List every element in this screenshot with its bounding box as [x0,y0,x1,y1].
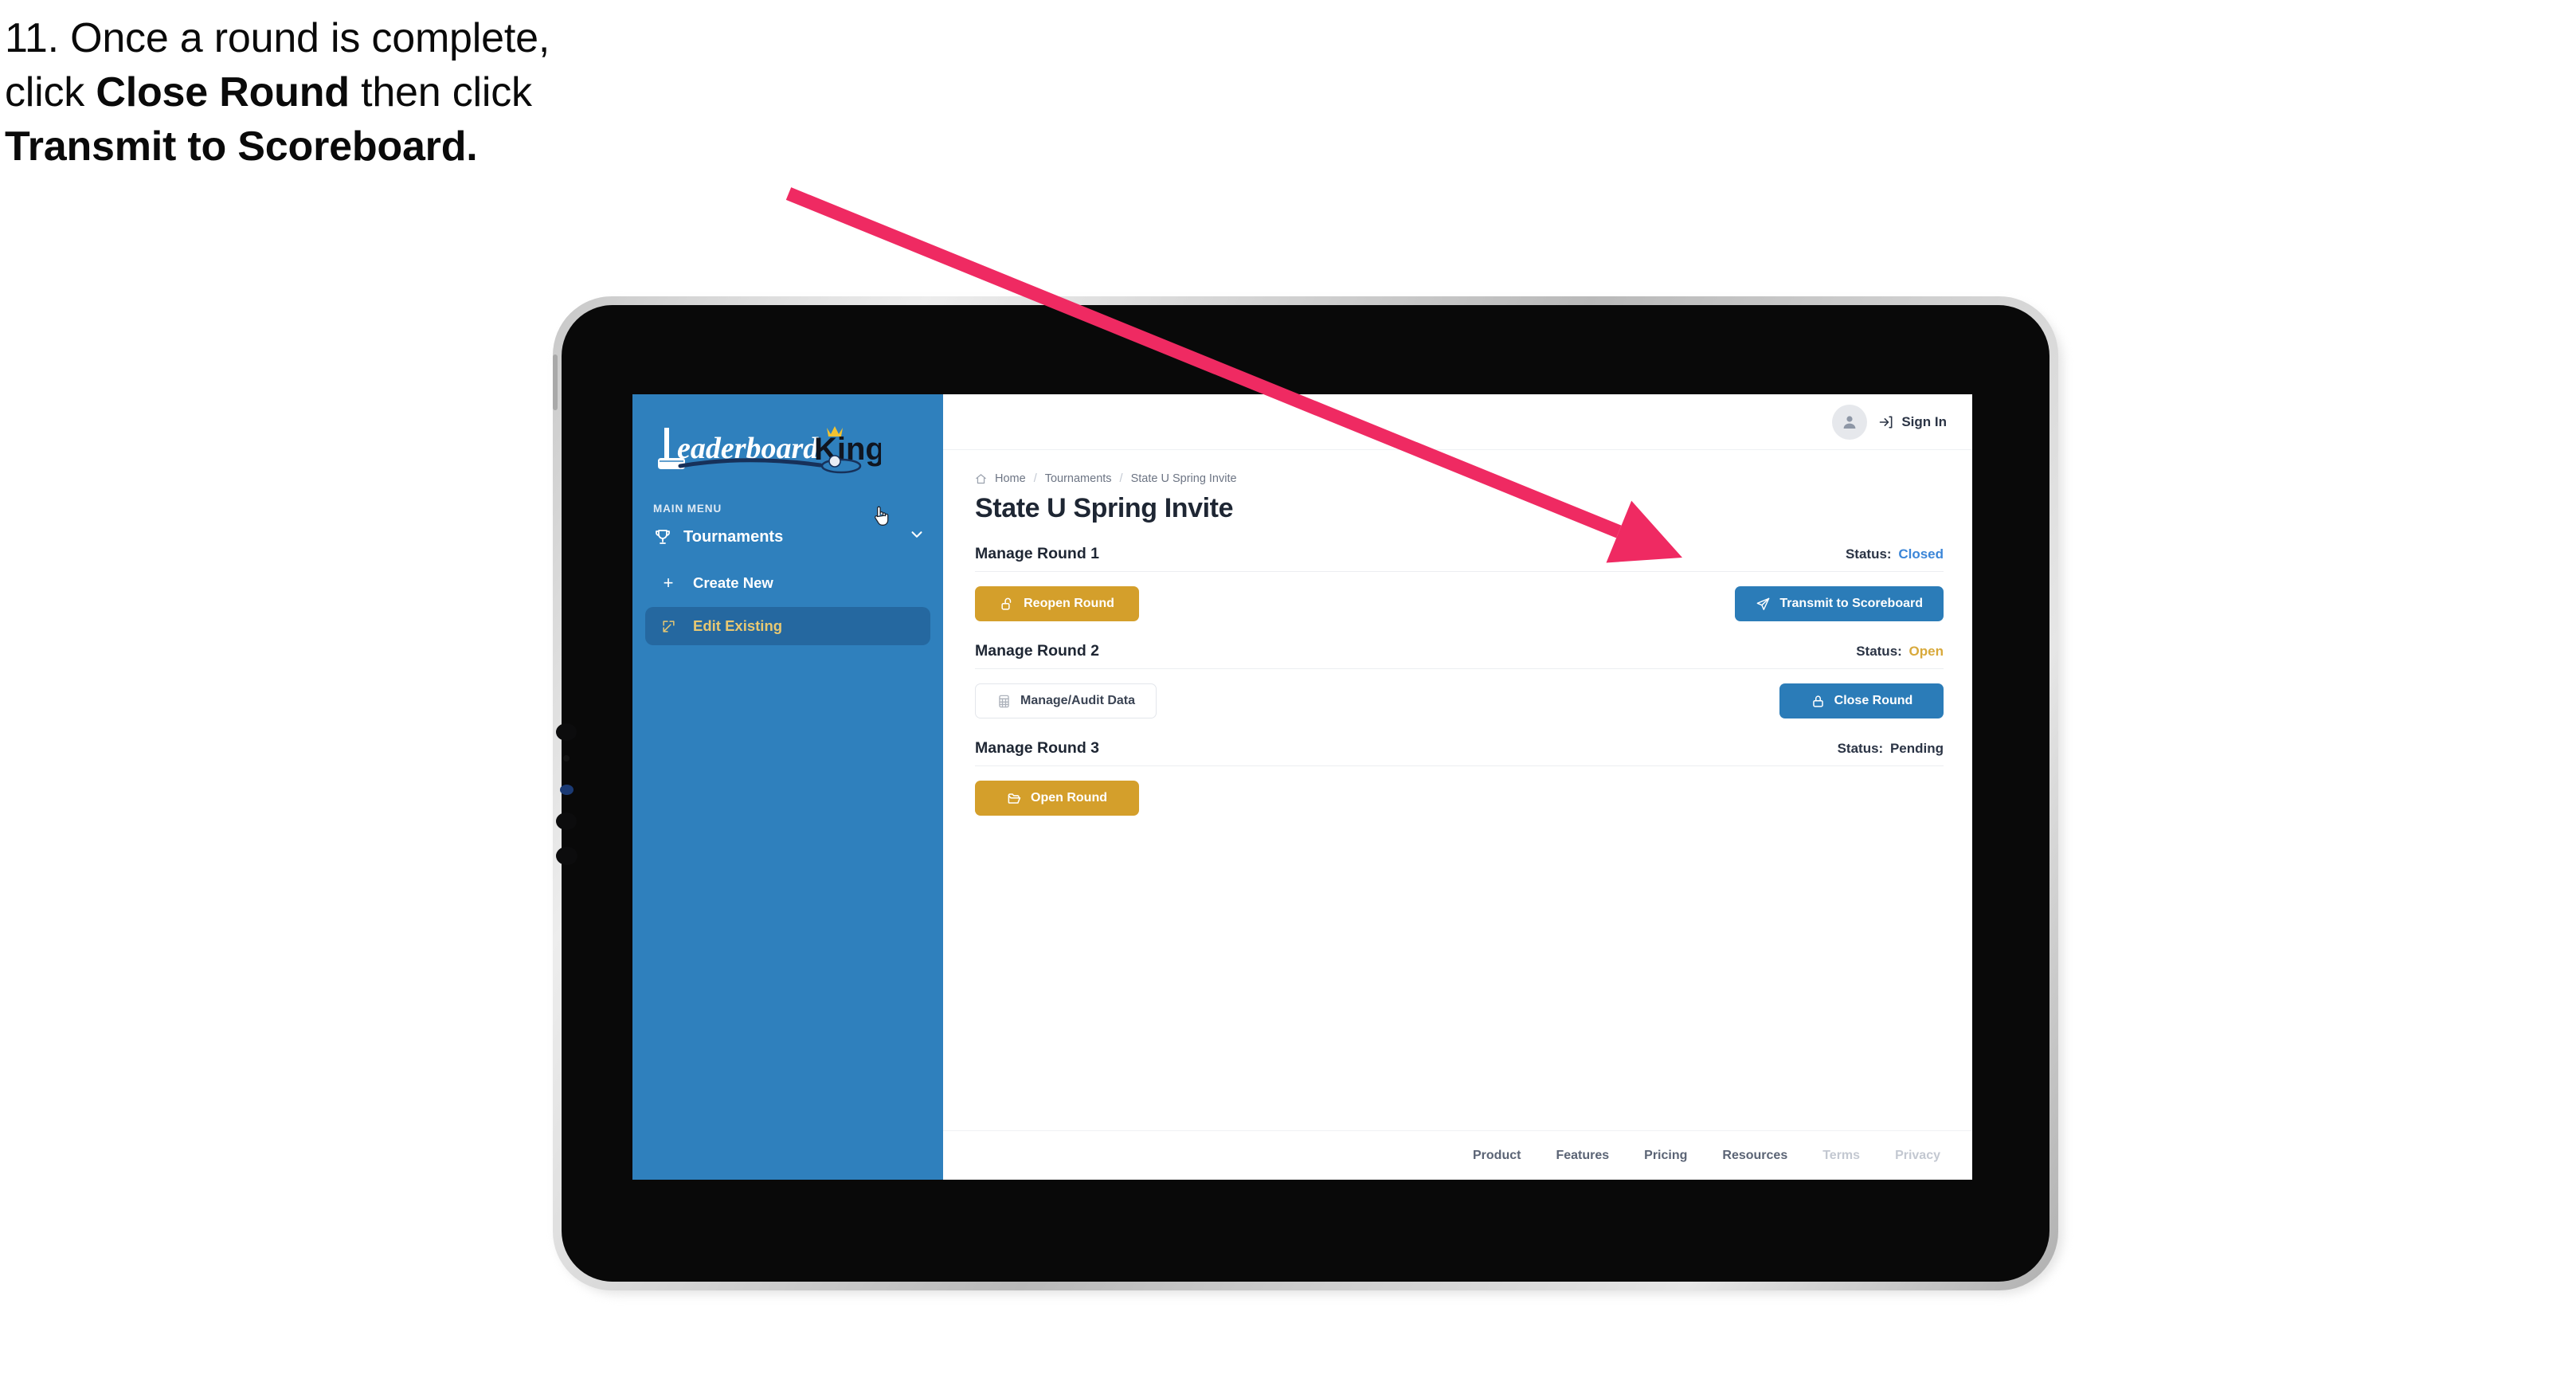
sign-in-label: Sign In [1901,413,1947,429]
footer-link-terms[interactable]: Terms [1822,1149,1860,1163]
sidebar-section-label: MAIN MENU [653,503,722,515]
round-1-actions: Reopen Round Transmit to Scoreboard [975,586,1944,621]
sidebar-item-create-new-label: Create New [693,574,773,591]
table-grid-icon [999,695,1009,707]
paper-plane-icon [1757,597,1770,610]
round-3-header: Manage Round 3 Status: Pending [975,739,1944,766]
round-1-title: Manage Round 1 [975,545,1100,562]
round-1-status-label: Status: [1845,546,1892,562]
round-3-status-label: Status: [1837,741,1884,756]
sidebar: eaderboard King MAIN MENU Tournaments + … [632,394,943,1180]
round-2-status-label: Status: [1856,644,1902,659]
round-2-actions: Manage/Audit Data Close Round [975,683,1944,718]
footer-link-resources[interactable]: Resources [1722,1149,1787,1163]
breadcrumb-item-home[interactable]: Home [995,472,1026,485]
round-2-status-value: Open [1909,644,1944,659]
round-2-status: Status: Open [1856,644,1944,660]
caption-line-2-bold: Close Round [96,69,350,116]
caption-line-3: Transmit to Scoreboard. [5,126,865,167]
transmit-to-scoreboard-label: Transmit to Scoreboard [1779,597,1923,610]
round-2-title: Manage Round 2 [975,642,1100,660]
avatar[interactable] [1832,404,1868,440]
round-1-header: Manage Round 1 Status: Closed [975,545,1944,572]
tablet-sensor-dot-1 [556,723,577,741]
round-1-status-value: Closed [1898,546,1944,562]
round-block-2: Manage Round 2 Status: Open Manage/Audit… [975,642,1944,718]
manage-audit-data-button[interactable]: Manage/Audit Data [975,683,1157,718]
edit-square-icon [660,619,677,634]
breadcrumb: Home / Tournaments / State U Spring Invi… [975,472,1944,485]
main-area: Sign In Home / Tournaments / State U Spr… [943,394,1972,1180]
sign-in-arrow-icon [1880,416,1893,428]
caption-line-2-pre: click [5,69,96,116]
top-bar: Sign In [943,394,1972,450]
trophy-icon [653,527,672,546]
footer-link-privacy[interactable]: Privacy [1895,1149,1940,1163]
sidebar-item-edit-existing-label: Edit Existing [693,617,783,634]
round-3-title: Manage Round 3 [975,739,1100,757]
tablet-side-button [553,354,558,410]
screenshot-root: 11. Once a round is complete, click Clos… [0,0,2576,1386]
user-avatar-icon [1843,415,1856,429]
caption-line-2: click Close Round then click [5,72,865,113]
lock-icon [1812,695,1823,707]
app-logo[interactable]: eaderboard King [632,409,943,491]
svg-text:King: King [814,432,881,467]
caption-line-2-post: then click [349,69,532,116]
open-round-button[interactable]: Open Round [975,781,1139,816]
chevron-down-icon[interactable] [908,526,926,548]
open-round-label: Open Round [1031,791,1107,805]
round-2-header: Manage Round 2 Status: Open [975,642,1944,669]
round-3-status: Status: Pending [1838,741,1944,757]
breadcrumb-item-tournaments[interactable]: Tournaments [1045,472,1112,485]
tablet-screen: eaderboard King MAIN MENU Tournaments + … [632,394,1972,1180]
transmit-to-scoreboard-button[interactable]: Transmit to Scoreboard [1735,586,1944,621]
footer: Product Features Pricing Resources Terms… [943,1130,1972,1180]
leaderboard-king-logo-icon: eaderboard King [658,426,881,474]
sign-in-button[interactable]: Sign In [1878,414,1947,430]
sidebar-item-edit-existing[interactable]: Edit Existing [645,607,930,645]
unlock-icon [1001,597,1012,610]
caption-line-3-bold: Transmit to Scoreboard. [5,123,478,170]
round-1-status: Status: Closed [1846,546,1944,562]
close-round-label: Close Round [1834,694,1913,707]
round-3-status-value: Pending [1889,741,1944,756]
plus-icon: + [663,573,674,593]
folder-open-icon [1008,793,1021,804]
sidebar-item-create-new[interactable]: + Create New [645,564,930,602]
breadcrumb-item-current: State U Spring Invite [1130,472,1237,485]
footer-link-product[interactable]: Product [1473,1149,1521,1163]
close-round-button[interactable]: Close Round [1779,683,1944,718]
caption-line-1: 11. Once a round is complete, [5,15,550,61]
footer-link-features[interactable]: Features [1556,1149,1609,1163]
round-3-actions: Open Round [975,781,1944,816]
breadcrumb-separator-1: / [1033,472,1037,485]
page-title: State U Spring Invite [975,493,1234,523]
footer-link-pricing[interactable]: Pricing [1644,1149,1687,1163]
breadcrumb-separator-2: / [1119,472,1123,485]
home-icon[interactable] [975,473,987,485]
tablet-sensor-dot-4 [556,847,577,865]
sidebar-item-tournaments-label: Tournaments [683,527,784,546]
round-block-3: Manage Round 3 Status: Pending Open Roun… [975,739,1944,816]
reopen-round-label: Reopen Round [1024,597,1114,610]
tablet-sensor-dot-2 [563,755,570,762]
sidebar-item-tournaments[interactable]: Tournaments [632,515,943,559]
manage-audit-data-label: Manage/Audit Data [1020,694,1136,707]
tablet-led-indicator [560,785,574,795]
round-block-1: Manage Round 1 Status: Closed Reopen Rou… [975,545,1944,621]
page-content: Home / Tournaments / State U Spring Invi… [943,450,1972,1130]
instruction-caption: 11. Once a round is complete, click Clos… [5,18,865,180]
reopen-round-button[interactable]: Reopen Round [975,586,1139,621]
hand-pointer-cursor [874,506,889,526]
tablet-sensor-dot-3 [556,812,577,830]
